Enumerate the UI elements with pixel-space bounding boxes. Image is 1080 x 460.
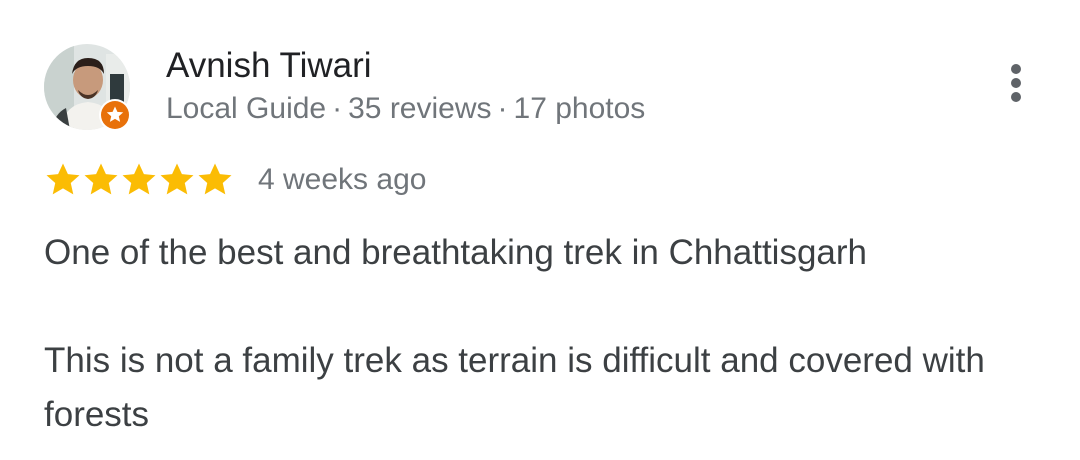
review-card: Avnish Tiwari Local Guide · 35 reviews · 17 …	[0, 0, 1080, 460]
star-icon	[82, 161, 120, 199]
reviewer-name[interactable]: Avnish Tiwari	[166, 44, 372, 88]
star-rating	[44, 161, 234, 199]
star-icon	[120, 161, 158, 199]
star-icon	[158, 161, 196, 199]
review-text: One of the best and breathtaking trek in…	[44, 226, 1034, 442]
star-icon	[196, 161, 234, 199]
review-count: 35 reviews	[348, 92, 492, 125]
review-paragraph: One of the best and breathtaking trek in…	[44, 233, 868, 272]
review-paragraph: This is not a family trek as terrain is …	[44, 341, 985, 434]
reviewer-meta: Local Guide · 35 reviews · 17 photos	[166, 89, 645, 129]
review-time: 4 weeks ago	[258, 163, 427, 196]
meta-separator: ·	[497, 92, 508, 125]
local-guide-star-icon	[99, 99, 131, 131]
rating-row: 4 weeks ago	[44, 158, 426, 202]
more-vert-icon[interactable]	[996, 60, 1036, 106]
star-icon	[44, 161, 82, 199]
local-guide-label: Local Guide	[166, 92, 327, 125]
photo-count: 17 photos	[513, 92, 646, 125]
meta-separator: ·	[332, 92, 343, 125]
